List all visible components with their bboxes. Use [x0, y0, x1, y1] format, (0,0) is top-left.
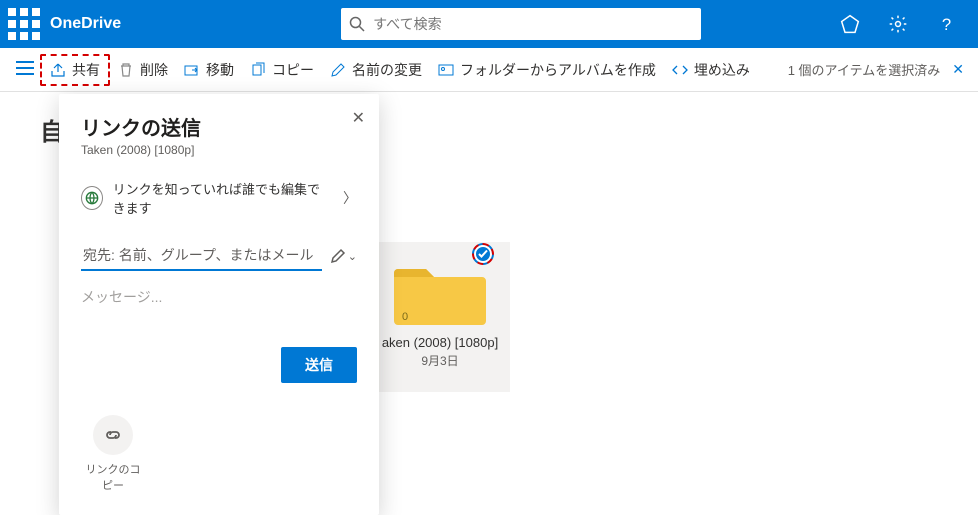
search-input[interactable] [373, 16, 693, 32]
link-permission-button[interactable]: リンクを知っていれば誰でも編集できます 〉 [81, 179, 357, 217]
search-icon [349, 16, 365, 32]
trash-icon [118, 62, 134, 78]
share-icon [50, 62, 66, 78]
dialog-title: リンクの送信 [81, 112, 357, 141]
nav-toggle-icon[interactable] [10, 57, 40, 82]
premium-icon[interactable] [834, 8, 866, 40]
embed-icon [672, 62, 688, 78]
create-album-button[interactable]: フォルダーからアルバムを作成 [430, 56, 664, 84]
move-label: 移動 [206, 60, 234, 80]
recipient-input[interactable] [81, 241, 322, 271]
gear-icon[interactable] [882, 8, 914, 40]
embed-label: 埋め込み [694, 60, 750, 80]
app-launcher-icon[interactable] [8, 8, 40, 40]
command-bar: 共有 削除 移動 コピー 名前の変更 フォルダーからアルバムを作成 埋め込み 1… [0, 48, 978, 92]
rename-button[interactable]: 名前の変更 [322, 56, 430, 84]
help-icon[interactable]: ? [930, 8, 962, 40]
copy-link-button[interactable] [93, 415, 133, 455]
embed-button[interactable]: 埋め込み [664, 56, 758, 84]
link-icon [103, 425, 123, 445]
folder-item-count: 0 [402, 311, 408, 323]
dialog-subtitle: Taken (2008) [1080p] [81, 143, 357, 157]
move-button[interactable]: 移動 [176, 56, 242, 84]
chevron-down-icon: ⌄ [348, 250, 357, 263]
copy-link-label: リンクのコピー [81, 461, 145, 493]
clear-selection-button[interactable]: ✕ [948, 57, 968, 82]
header-actions: ? [834, 8, 962, 40]
copy-button[interactable]: コピー [242, 56, 322, 84]
folder-name: aken (2008) [1080p] [380, 335, 500, 352]
rename-label: 名前の変更 [352, 60, 422, 80]
permission-label: リンクを知っていれば誰でも編集できます [113, 179, 333, 217]
copy-icon [250, 62, 266, 78]
folder-tile[interactable]: 0 aken (2008) [1080p] 9月3日 [380, 255, 500, 369]
share-label: 共有 [72, 60, 100, 80]
app-header: OneDrive ? [0, 0, 978, 48]
delete-label: 削除 [140, 60, 168, 80]
message-input[interactable] [81, 289, 357, 305]
search-box[interactable] [341, 8, 701, 40]
folder-date: 9月3日 [380, 352, 500, 369]
brand-label[interactable]: OneDrive [50, 15, 121, 33]
folder-thumbnail: 0 [392, 255, 488, 327]
delete-button[interactable]: 削除 [110, 56, 176, 84]
album-icon [438, 62, 454, 78]
share-button[interactable]: 共有 [40, 54, 110, 86]
move-icon [184, 62, 200, 78]
chevron-right-icon: 〉 [343, 188, 357, 208]
pencil-icon [330, 62, 346, 78]
dialog-close-button[interactable]: ✕ [352, 108, 365, 128]
copy-label: コピー [272, 60, 314, 80]
svg-text:?: ? [942, 15, 951, 34]
send-link-dialog: ✕ リンクの送信 Taken (2008) [1080p] リンクを知っていれば… [59, 94, 379, 515]
create-album-label: フォルダーからアルバムを作成 [460, 60, 656, 80]
selection-status: 1 個のアイテムを選択済み [788, 60, 941, 79]
pencil-icon [330, 248, 346, 264]
globe-icon [81, 186, 103, 210]
selected-checkmark-icon[interactable] [472, 243, 494, 265]
send-button[interactable]: 送信 [281, 347, 357, 383]
edit-permission-dropdown[interactable]: ⌄ [330, 248, 357, 264]
